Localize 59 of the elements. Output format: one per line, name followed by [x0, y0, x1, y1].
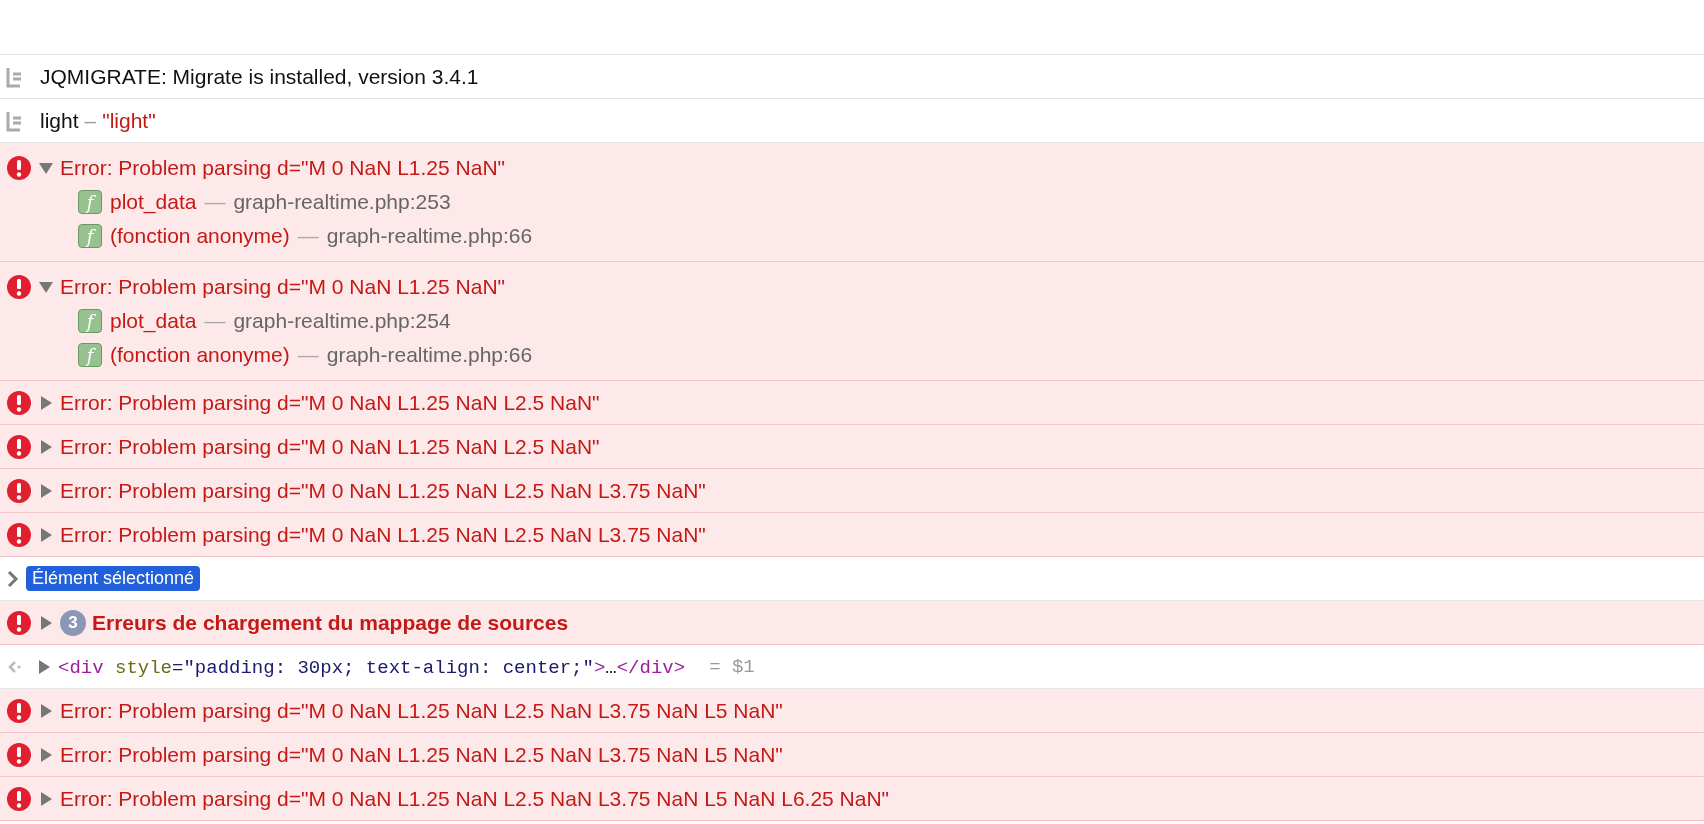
function-badge: f [78, 309, 102, 333]
count-badge: 3 [60, 609, 86, 636]
source-location[interactable]: graph-realtime.php:253 [233, 190, 451, 214]
source-location[interactable]: graph-realtime.php:254 [233, 309, 451, 333]
source-location[interactable]: graph-realtime.php:66 [326, 343, 533, 367]
disclosure-triangle-icon[interactable] [38, 526, 54, 543]
log-message: JQMIGRATE: Migrate is installed, version 3.4.1 [40, 64, 479, 89]
error-message: Error: Problem parsing d="M 0 NaN L1.25 NaN L2.5 NaN L3.75 NaN L5 NaN" [60, 698, 783, 723]
error-message: Error: Problem parsing d="M 0 NaN L1.25 NaN L2.5 NaN" [60, 390, 600, 415]
source-location[interactable]: graph-realtime.php:66 [326, 224, 533, 248]
error-message: Error: Problem parsing d="M 0 NaN L1.25 NaN L2.5 NaN L3.75 NaN" [60, 522, 706, 547]
function-name[interactable]: plot_data [110, 190, 197, 214]
error-icon [6, 274, 32, 300]
function-name[interactable]: (fonction anonyme) [110, 343, 290, 367]
error-icon [6, 697, 32, 724]
error-icon [6, 389, 32, 416]
error-icon [6, 521, 32, 548]
log-message: light [40, 108, 79, 133]
disclosure-triangle-icon[interactable] [38, 438, 54, 455]
result-arrow-icon [6, 658, 22, 675]
disclosure-triangle-icon[interactable] [38, 394, 54, 411]
function-badge: f [78, 190, 102, 214]
error-message: Error: Problem parsing d="M 0 NaN L1.25 NaN L2.5 NaN L3.75 NaN L5 NaN" [60, 742, 783, 767]
function-name[interactable]: (fonction anonyme) [110, 224, 290, 248]
function-badge: f [78, 343, 102, 367]
error-message: Error: Problem parsing d="M 0 NaN L1.25 NaN" [60, 156, 505, 180]
error-group-title: Erreurs de chargement du mappage de sources [92, 610, 569, 635]
chevron-icon[interactable] [6, 569, 20, 588]
result-reference: = $1 [709, 655, 755, 678]
error-message: Error: Problem parsing d="M 0 NaN L1.25 NaN L2.5 NaN" [60, 434, 600, 459]
log-icon [6, 109, 24, 132]
disclosure-triangle-icon[interactable] [38, 790, 54, 807]
disclosure-triangle-icon[interactable] [38, 614, 54, 631]
error-message: Error: Problem parsing d="M 0 NaN L1.25 NaN L2.5 NaN L3.75 NaN" [60, 478, 706, 503]
error-icon [6, 155, 32, 181]
disclosure-triangle-icon[interactable] [38, 746, 54, 763]
function-badge: f [78, 224, 102, 248]
separator: — [297, 224, 319, 248]
disclosure-triangle-icon[interactable] [38, 702, 54, 719]
log-value: "light" [102, 108, 156, 133]
separator: — [204, 309, 226, 333]
disclosure-triangle-icon[interactable] [36, 658, 52, 675]
function-name[interactable]: plot_data [110, 309, 197, 333]
disclosure-triangle-icon[interactable] [38, 482, 54, 499]
disclosure-triangle-icon[interactable] [38, 279, 54, 295]
error-icon [6, 433, 32, 460]
disclosure-triangle-icon[interactable] [38, 160, 54, 176]
error-message: Error: Problem parsing d="M 0 NaN L1.25 NaN L2.5 NaN L3.75 NaN L5 NaN L6.25 NaN" [60, 786, 890, 811]
separator: – [84, 108, 97, 133]
code-result[interactable]: <div style="padding: 30px; text-align: center;">…</div> [58, 654, 686, 679]
error-icon [6, 609, 32, 636]
error-icon [6, 477, 32, 504]
error-icon [6, 741, 32, 768]
log-icon [6, 65, 24, 88]
selected-element-badge: Élément sélectionné [26, 566, 201, 591]
error-icon [6, 785, 32, 812]
separator: — [204, 190, 226, 214]
error-message: Error: Problem parsing d="M 0 NaN L1.25 NaN" [60, 275, 505, 299]
separator: — [297, 343, 319, 367]
